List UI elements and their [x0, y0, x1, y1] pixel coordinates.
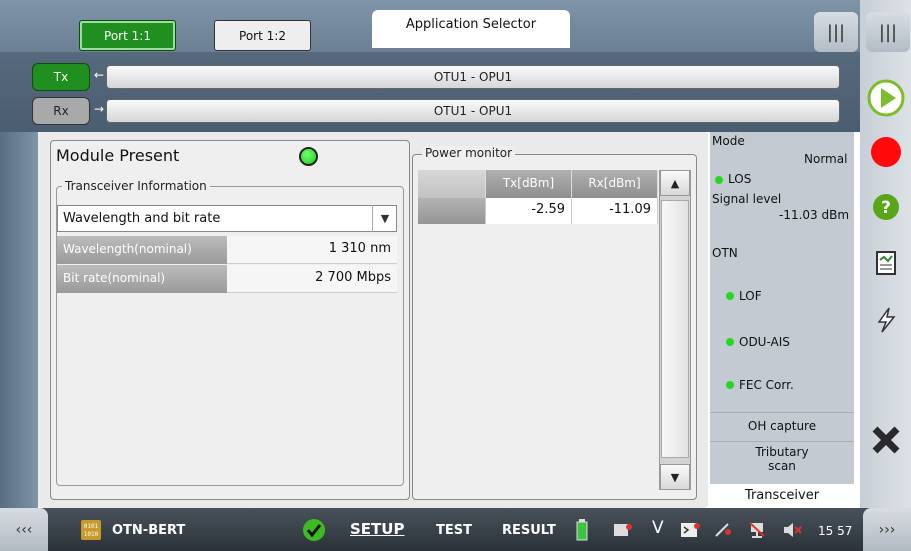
network-icon [748, 521, 768, 543]
divider [710, 441, 854, 442]
app-icon: 0101 1010 [80, 519, 102, 545]
tx-button[interactable]: Tx [32, 63, 90, 91]
application-selector[interactable]: Application Selector [372, 10, 570, 48]
power-table-corner [418, 170, 486, 198]
battery-icon [576, 519, 588, 545]
odu-ais-indicator [726, 338, 734, 346]
record-icon[interactable] [866, 132, 906, 172]
fec-corr-label: FEC Corr. [739, 378, 794, 392]
report-icon[interactable] [866, 243, 906, 283]
power-table-rx-value: -11.09 [572, 198, 658, 224]
chevron-down-icon[interactable]: ▼ [372, 205, 397, 232]
remote-icon [714, 522, 734, 542]
info-key: Bit rate(nominal) [57, 265, 227, 293]
module-title: Module Present [56, 146, 180, 165]
vertical-bars-icon[interactable]: ||| [814, 12, 858, 52]
tx-signal-bar[interactable]: OTU1 - OPU1 [106, 65, 840, 89]
app-name: OTN-BERT [112, 523, 186, 538]
svg-text:?: ? [881, 198, 891, 218]
odu-ais-label: ODU-AIS [739, 335, 790, 349]
svg-text:0101: 0101 [84, 523, 99, 530]
v-icon: V [652, 518, 664, 538]
otn-label: OTN [712, 246, 738, 260]
scroll-down-icon[interactable]: ▼ [660, 464, 690, 490]
mode-label: Mode [712, 134, 745, 148]
tab-result[interactable]: RESULT [502, 523, 556, 538]
tab-transceiver[interactable]: Transceiver [710, 484, 854, 508]
help-icon[interactable]: ? [866, 187, 906, 227]
mode-value: Normal [804, 152, 848, 166]
power-table-header-rx: Rx[dBm] [572, 170, 658, 198]
power-table-header-tx: Tx[dBm] [486, 170, 572, 198]
rx-arrow-icon: → [93, 102, 105, 116]
clock: 15 57 [818, 524, 853, 538]
info-row: Bit rate(nominal) 2 700 Mbps [57, 265, 397, 293]
info-key: Wavelength(nominal) [57, 236, 227, 264]
tributary-scan-button[interactable]: Tributary scan [710, 445, 854, 473]
tx-arrow-icon: ← [93, 68, 105, 82]
info-type-select[interactable]: Wavelength and bit rate [57, 205, 397, 232]
lof-label: LOF [739, 289, 762, 303]
info-value: 1 310 nm [227, 236, 397, 264]
tab-port-1-1[interactable]: Port 1:1 [79, 20, 176, 51]
info-row: Wavelength(nominal) 1 310 nm [57, 236, 397, 264]
power-table-row-label [418, 198, 486, 224]
info-value: 2 700 Mbps [227, 265, 397, 293]
scroll-up-icon[interactable]: ▲ [660, 170, 690, 196]
divider [710, 412, 854, 413]
tab-setup[interactable]: SETUP [350, 520, 404, 538]
oh-capture-button[interactable]: OH capture [710, 419, 854, 433]
usb-device-icon [613, 522, 633, 542]
rx-signal-bar[interactable]: OTU1 - OPU1 [106, 99, 840, 123]
scrollbar-thumb[interactable] [661, 200, 689, 458]
speaker-muted-icon [782, 522, 802, 542]
tab-test[interactable]: TEST [436, 523, 472, 538]
nav-left-button[interactable]: ‹‹‹ [0, 508, 48, 551]
lof-indicator [726, 292, 734, 300]
check-icon [302, 518, 326, 546]
power-table-tx-value: -2.59 [486, 198, 572, 224]
close-icon[interactable] [866, 420, 906, 460]
svg-text:1010: 1010 [84, 531, 99, 538]
vertical-bars-icon[interactable]: ||| [866, 12, 910, 52]
tab-port-1-2[interactable]: Port 1:2 [214, 20, 311, 51]
fec-corr-indicator [726, 381, 734, 389]
play-icon[interactable] [866, 78, 906, 118]
app-window: Port 1:1 Port 1:2 Application Selector T… [0, 0, 911, 551]
signal-level-value: -11.03 dBm [779, 208, 850, 222]
rx-button[interactable]: Rx [32, 97, 90, 125]
power-monitor-legend: Power monitor [422, 146, 516, 160]
transceiver-info-legend: Transceiver Information [62, 179, 210, 193]
los-indicator [715, 176, 723, 184]
signal-level-label: Signal level [712, 192, 782, 206]
module-status-indicator [299, 147, 318, 166]
error-inject-icon[interactable] [866, 300, 906, 340]
los-label: LOS [728, 172, 752, 186]
terminal-icon [680, 522, 700, 542]
nav-right-button[interactable]: ››› [863, 508, 911, 551]
